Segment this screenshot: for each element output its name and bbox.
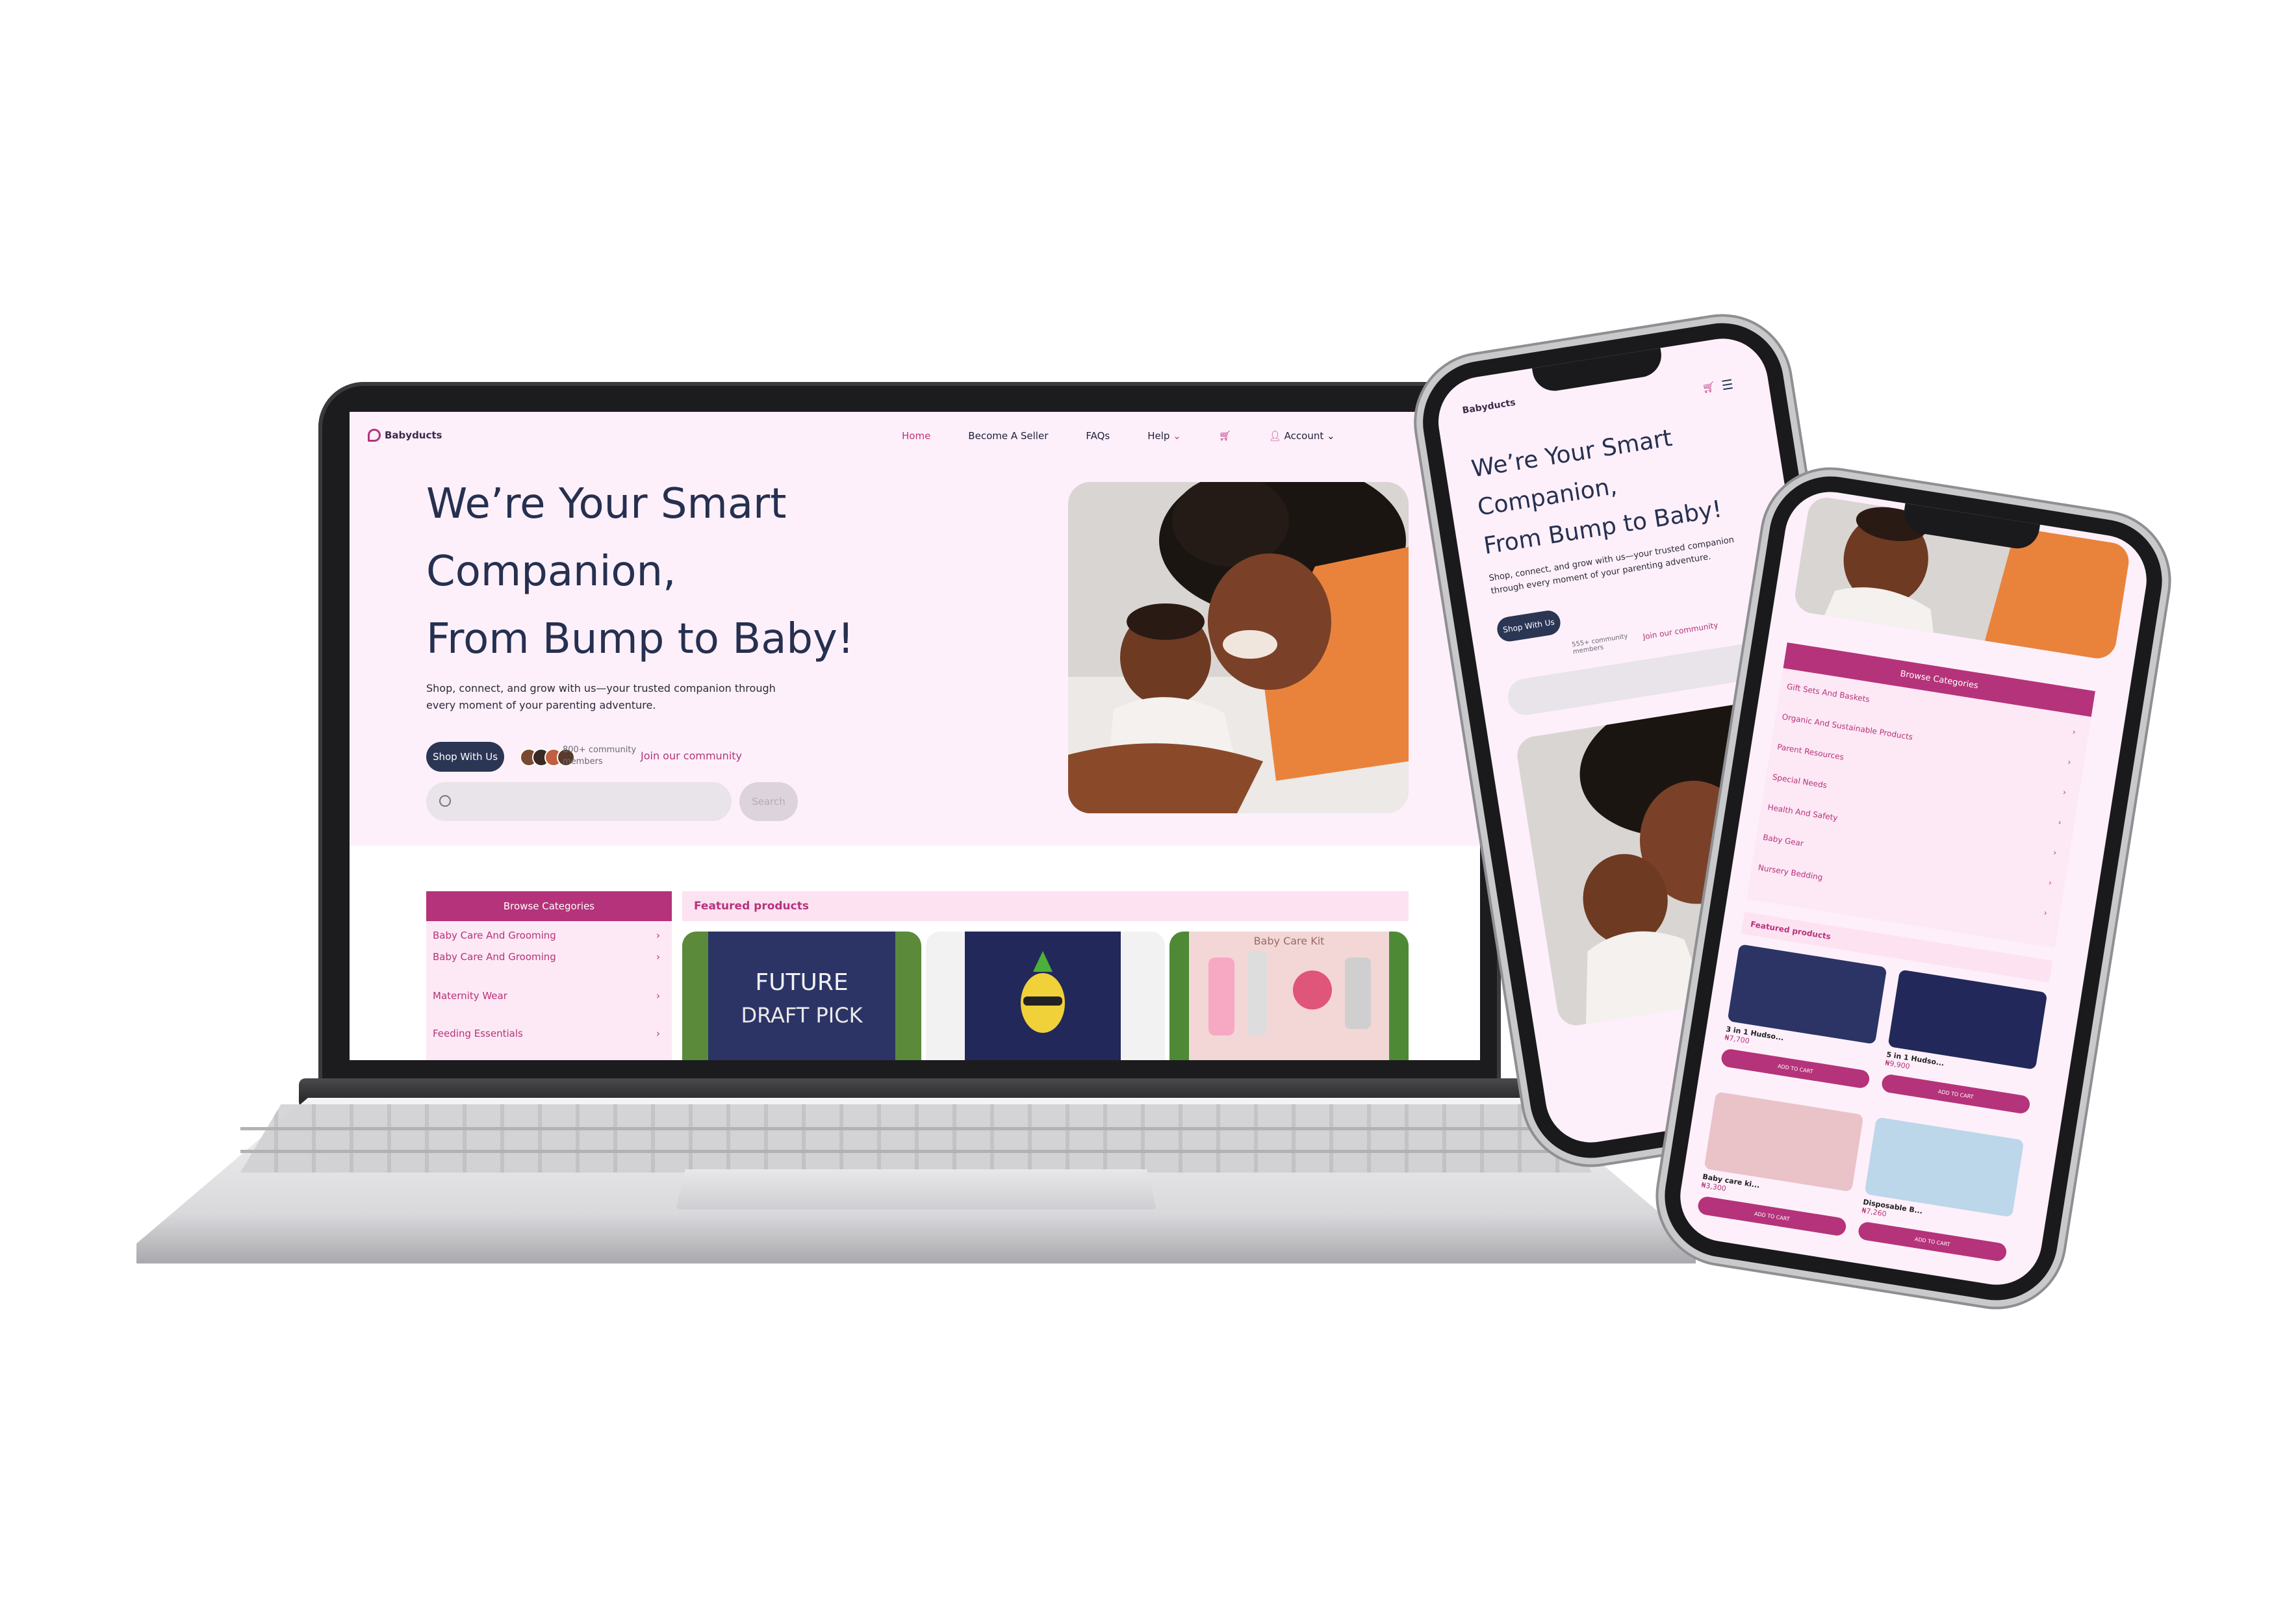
category-item[interactable]: Baby Care And Grooming › (433, 951, 660, 963)
laptop-screen: Babyducts Home Become A Seller FAQs Help… (350, 412, 1480, 1060)
phone-product-card[interactable]: Disposable B... ₦7,260 ADD TO CART (1855, 1117, 2025, 1275)
chevron-right-icon: › (656, 951, 660, 963)
category-label: Feeding Essentials (433, 1028, 523, 1039)
community-count: 800+ community members (563, 745, 637, 767)
keyboard-row-divider (240, 1127, 1592, 1130)
nav-become-seller[interactable]: Become A Seller (968, 430, 1048, 442)
hero-title: We’re Your Smart Companion, From Bump to… (426, 470, 920, 673)
nav-account[interactable]: 👤︎ Account ⌄ (1269, 430, 1335, 442)
hero-title-line3: From Bump to Baby! (426, 615, 854, 663)
nav-home[interactable]: Home (902, 430, 930, 442)
chevron-right-icon: › (656, 1028, 660, 1039)
logo-icon (368, 429, 381, 442)
site-logo[interactable]: Babyducts (368, 429, 442, 442)
nav-faqs[interactable]: FAQs (1086, 430, 1110, 442)
category-label: Baby Care And Grooming (433, 930, 556, 941)
category-label: Baby Care And Grooming (433, 951, 556, 963)
phone-community-count: 555+ community members (1571, 633, 1629, 656)
category-item[interactable]: Baby Care And Grooming › (433, 930, 660, 941)
laptop-trackpad (676, 1169, 1156, 1210)
menu-icon[interactable]: ☰ (1720, 376, 1734, 394)
nav-account-label: Account (1284, 430, 1324, 442)
hero-title-line1: We’re Your Smart (426, 480, 787, 528)
phone-shop-button[interactable]: Shop With Us (1495, 609, 1563, 644)
browse-categories-header: Browse Categories (426, 891, 672, 921)
search-input[interactable] (426, 782, 732, 821)
phone-product-card[interactable]: 3 in 1 Hudso... ₦7,700 ADD TO CART (1718, 944, 1887, 1102)
bib-print-line2: DRAFT PICK (741, 1003, 863, 1028)
cart-icon[interactable]: 🛒︎ (1702, 380, 1717, 394)
phone-brand: Babyducts (1461, 397, 1516, 416)
phone-join-link[interactable]: Join our community (1642, 620, 1719, 641)
hero-photo-mother-baby (1068, 482, 1409, 813)
phone-product-card[interactable]: 5 in 1 Hudso... ₦9,900 ADD TO CART (1878, 969, 2048, 1127)
main-nav: Home Become A Seller FAQs Help ⌄ 🛒︎ 👤︎ A… (902, 430, 1335, 442)
search-icon (439, 795, 451, 807)
kit-box-label: Baby Care Kit (1254, 935, 1325, 947)
join-community-link[interactable]: Join our community (641, 750, 742, 762)
phone-product-card[interactable]: Baby care ki... ₦3,300 ADD TO CART (1694, 1091, 1864, 1249)
featured-products-header: Featured products (682, 891, 1409, 921)
product-card-image[interactable] (926, 932, 1165, 1060)
chevron-down-icon: ⌄ (1327, 430, 1335, 442)
hero-subtitle: Shop, connect, and grow with us—your tru… (426, 682, 776, 711)
user-icon: 👤︎ (1268, 430, 1281, 442)
nav-help-label: Help (1147, 430, 1170, 442)
chevron-down-icon: ⌄ (1173, 430, 1181, 442)
cart-icon[interactable]: 🛒︎ (1219, 430, 1231, 442)
laptop-keyboard (240, 1104, 1592, 1173)
brand-name: Babyducts (385, 429, 442, 441)
category-item[interactable]: Maternity Wear › (433, 990, 660, 1002)
keyboard-row-divider (240, 1150, 1592, 1153)
shop-with-us-button[interactable]: Shop With Us (426, 742, 504, 772)
chevron-right-icon: › (656, 990, 660, 1002)
product-card-image[interactable]: FUTURE DRAFT PICK (682, 932, 921, 1060)
product-card-image[interactable]: Baby Care Kit (1169, 932, 1409, 1060)
chevron-right-icon: › (656, 930, 660, 941)
nav-help[interactable]: Help ⌄ (1147, 430, 1181, 442)
hero-title-line2: Companion, (426, 548, 676, 596)
search-button[interactable]: Search (739, 782, 798, 821)
category-label: Maternity Wear (433, 990, 507, 1002)
bib-print-line1: FUTURE (755, 969, 848, 996)
category-item[interactable]: Feeding Essentials › (433, 1028, 660, 1039)
